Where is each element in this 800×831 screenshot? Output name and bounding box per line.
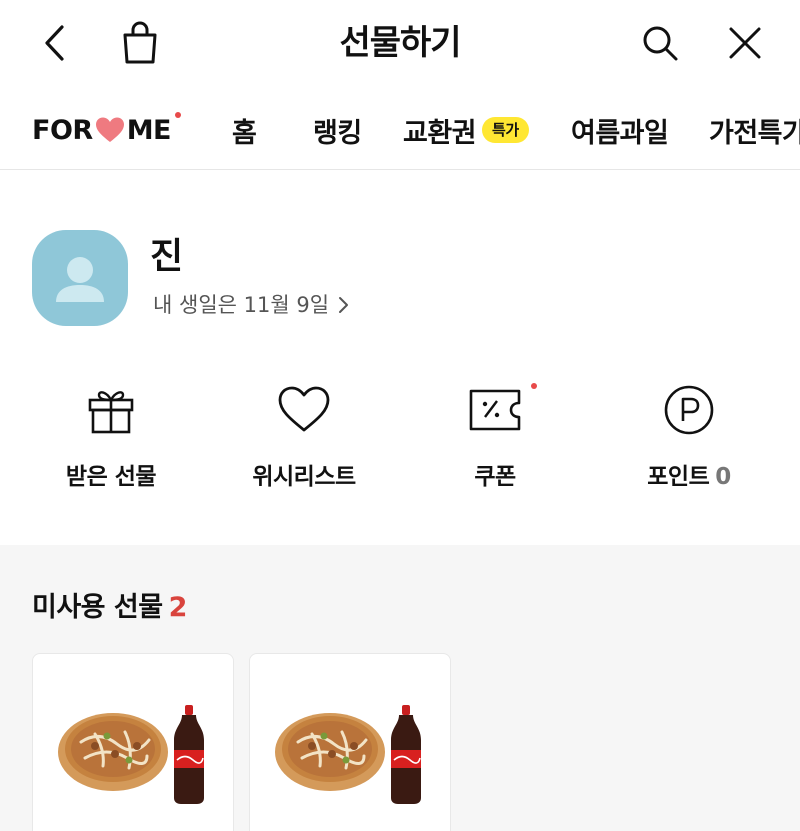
tab-for-me-label-right: ME: [126, 114, 172, 146]
tab-voucher-label: 교환권: [403, 117, 477, 149]
profile-name: 진: [150, 236, 184, 277]
coupon-label: 쿠폰: [474, 464, 516, 490]
pizza-and-cola-image: [275, 705, 421, 804]
default-profile-icon: [56, 257, 104, 302]
chevron-right-icon: [339, 297, 349, 313]
points-count: 0: [715, 464, 731, 490]
tab-appliance-sale[interactable]: 가전특가: [709, 110, 800, 150]
new-dot: [175, 112, 181, 118]
birthday-text: 내 생일은 11월 9일: [153, 293, 330, 317]
category-tabs: FOR ME 홈 랭킹 교환권 특가 여름과일 가전특가: [0, 90, 800, 170]
points-label: 포인트 0: [609, 462, 769, 492]
tab-voucher[interactable]: 교환권 특가: [403, 110, 529, 150]
tab-for-me[interactable]: FOR ME: [32, 110, 181, 150]
wishlist-label: 위시리스트: [252, 464, 356, 490]
coupon-button[interactable]: 쿠폰: [415, 380, 575, 500]
coupon-new-dot: [531, 383, 537, 389]
close-button[interactable]: [720, 18, 770, 68]
unused-gifts-title: 미사용 선물 2: [32, 591, 187, 625]
wishlist-button[interactable]: 위시리스트: [224, 380, 384, 500]
avatar[interactable]: [32, 230, 128, 326]
search-icon: [643, 26, 678, 61]
tab-for-me-label-left: FOR: [32, 114, 93, 146]
heart-icon: [95, 117, 124, 142]
gift-icon: [88, 391, 134, 434]
received-gifts-label: 받은 선물: [65, 464, 157, 490]
unused-gifts-section: 미사용 선물 2: [0, 545, 800, 831]
birthday-link[interactable]: 내 생일은 11월 9일: [153, 291, 351, 319]
tab-summer-fruit[interactable]: 여름과일: [571, 110, 669, 150]
close-icon: [729, 27, 761, 59]
point-icon: [664, 385, 714, 435]
received-gifts-button[interactable]: 받은 선물: [31, 380, 191, 500]
gift-card[interactable]: [32, 653, 234, 831]
sale-badge: 특가: [482, 117, 529, 143]
unused-gifts-count: 2: [168, 592, 188, 623]
heart-outline-icon: [278, 386, 330, 432]
pizza-and-cola-image: [58, 705, 204, 804]
tab-home[interactable]: 홈: [232, 110, 257, 150]
top-app-bar: 선물하기: [0, 0, 800, 90]
unused-gifts-title-text: 미사용 선물: [32, 592, 163, 623]
gift-card[interactable]: [249, 653, 451, 831]
points-label-text: 포인트: [647, 464, 710, 490]
coupon-icon: [469, 389, 521, 431]
tab-ranking[interactable]: 랭킹: [313, 110, 362, 150]
points-button[interactable]: 포인트 0: [609, 380, 769, 500]
search-button[interactable]: [635, 18, 685, 68]
